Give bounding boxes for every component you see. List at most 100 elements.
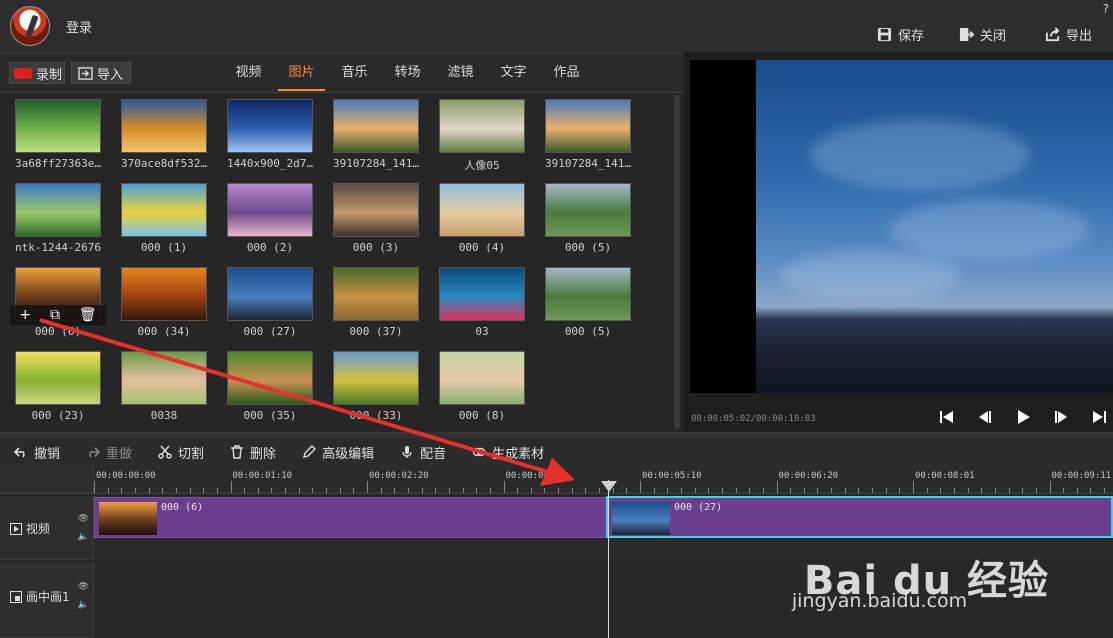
ruler-tick	[749, 488, 751, 493]
ruler-tick	[1049, 481, 1051, 493]
image-thumbnail[interactable]: 000 (5)	[538, 183, 638, 254]
next-frame-icon[interactable]	[1052, 408, 1070, 426]
ruler-tick	[271, 488, 273, 493]
thumbnail-image	[545, 99, 631, 153]
tab-image[interactable]: 图片	[275, 53, 328, 93]
undo-button[interactable]: 撤销	[14, 443, 60, 462]
generate-material-button[interactable]: 生成素材	[472, 443, 544, 462]
thumbnail-label: 39107284_141…	[544, 157, 632, 170]
preview-timecode: 00:00:05:02/00:00:10:03	[691, 414, 816, 424]
image-thumbnail[interactable]: 000 (27)	[220, 267, 320, 338]
video-track-icon	[10, 522, 22, 535]
watermark-url: jingyan.baidu.com	[791, 590, 968, 612]
thumbnail-image	[439, 99, 525, 153]
import-button[interactable]: 导入	[71, 62, 131, 84]
image-thumbnail[interactable]: 000 (8)	[432, 351, 532, 422]
ruler-label: 00:00:02:20	[369, 471, 429, 481]
image-thumbnail[interactable]: 000 (35)	[220, 351, 320, 422]
image-thumbnail[interactable]: 3a68ff27363e…	[8, 99, 108, 170]
thumbnail-label: 1440x900_2d7…	[226, 157, 314, 170]
speaker-icon[interactable]: 🔈	[78, 600, 89, 610]
image-thumbnail[interactable]: 000 (37)	[326, 267, 426, 338]
save-label: 保存	[898, 29, 925, 44]
add-icon[interactable]: +	[19, 307, 31, 323]
close-button[interactable]: 关闭	[959, 25, 1006, 44]
trash-icon[interactable]: 🗑	[79, 307, 97, 323]
clip-label: 000 (27)	[674, 502, 723, 513]
tab-transition[interactable]: 转场	[381, 53, 434, 93]
record-button[interactable]: 录制	[9, 62, 65, 84]
ruler-tick	[913, 481, 914, 493]
delete-button[interactable]: 删除	[230, 443, 276, 462]
tab-video[interactable]: 视频	[222, 53, 275, 93]
image-thumbnail[interactable]: 39107284_141…	[326, 99, 426, 170]
image-thumbnail[interactable]: 39107284_141…	[538, 99, 638, 170]
image-thumbnail[interactable]: ntk-1244-2676	[8, 183, 108, 254]
help-button[interactable]: ?	[1103, 2, 1109, 16]
thumbnail-image	[121, 99, 207, 153]
save-button[interactable]: 保存	[877, 25, 924, 44]
timeline-clip-selected[interactable]: 000 (27)	[606, 496, 1113, 538]
image-thumbnail[interactable]: 000 (3)	[326, 183, 426, 254]
playhead-line[interactable]	[608, 480, 609, 638]
dub-button[interactable]: 配音	[400, 443, 446, 462]
prev-frame-icon[interactable]	[976, 408, 994, 426]
thumbnail-image	[227, 351, 313, 405]
ruler-tick	[762, 488, 764, 493]
ruler-tick	[708, 488, 710, 493]
play-icon[interactable]	[1014, 408, 1032, 426]
image-thumbnail[interactable]: 1440x900_2d7…	[220, 99, 320, 170]
ruler-tick	[721, 488, 723, 493]
thumbnail-image	[439, 267, 525, 321]
image-thumbnail[interactable]: 000 (23)	[8, 351, 108, 422]
playback-controls	[938, 408, 1108, 426]
track-label-video: 视频	[26, 522, 51, 536]
speaker-icon[interactable]: 🔈	[78, 532, 89, 542]
ruler-tick	[544, 488, 546, 493]
export-button[interactable]: 导出	[1045, 25, 1092, 44]
eye-icon[interactable]: 👁	[78, 582, 89, 592]
image-thumbnail[interactable]: 000 (33)	[326, 351, 426, 422]
eye-icon[interactable]: 👁	[78, 514, 89, 524]
tab-music[interactable]: 音乐	[328, 53, 381, 93]
ruler-tick	[448, 488, 450, 493]
image-thumbnail[interactable]: 人像05	[432, 99, 532, 173]
tab-works[interactable]: 作品	[540, 53, 593, 93]
image-thumbnail[interactable]: 000 (1)	[114, 183, 214, 254]
ruler-tick	[1035, 488, 1037, 493]
pip-icon[interactable]: ⧉	[50, 307, 60, 323]
ruler-tick	[994, 488, 996, 493]
redo-button[interactable]: 重做	[86, 443, 132, 462]
image-thumbnail[interactable]: 000 (4)	[432, 183, 532, 254]
skip-start-icon[interactable]	[938, 408, 956, 426]
tab-filter[interactable]: 滤镜	[434, 53, 487, 93]
image-thumbnail[interactable]: 370ace8df532…	[114, 99, 214, 170]
title-bar: 登录 ? 保存 关闭 导出	[0, 0, 1113, 52]
image-thumbnail[interactable]: 000 (5)	[538, 267, 638, 338]
image-thumbnail[interactable]: 0038	[114, 351, 214, 422]
export-label: 导出	[1066, 29, 1093, 44]
cut-label: 切割	[178, 446, 205, 462]
ruler-tick	[530, 488, 532, 493]
thumbnail-label: 000 (35)	[243, 409, 297, 422]
login-link[interactable]: 登录	[66, 17, 92, 36]
cut-button[interactable]: 切割	[158, 443, 204, 462]
image-thumbnail[interactable]: 03	[432, 267, 532, 338]
tab-text[interactable]: 文字	[487, 53, 540, 93]
timeline-clip[interactable]: 000 (6)	[94, 497, 607, 538]
image-thumbnail[interactable]: 000 (34)	[114, 267, 214, 338]
image-thumbnail[interactable]: 000 (6) + ⧉ 🗑	[8, 267, 108, 338]
import-icon	[78, 66, 93, 80]
thumbnail-actions: + ⧉ 🗑	[10, 305, 106, 325]
ruler-tick	[476, 488, 478, 493]
library-scrollbar[interactable]	[674, 95, 680, 429]
media-library: 录制 导入 视频 图片 音乐 转场 滤镜 文字 作品 3a68ff27363e……	[0, 52, 684, 432]
advanced-edit-button[interactable]: 高级编辑	[302, 443, 374, 462]
image-thumbnail[interactable]: 000 (2)	[220, 183, 320, 254]
skip-end-icon[interactable]	[1090, 408, 1108, 426]
thumbnail-label: 000 (4)	[458, 241, 506, 254]
pip-icon	[10, 590, 22, 603]
playhead-handle[interactable]	[601, 481, 617, 492]
thumbnail-label: 000 (5)	[564, 325, 612, 338]
ruler-tick	[667, 488, 669, 493]
